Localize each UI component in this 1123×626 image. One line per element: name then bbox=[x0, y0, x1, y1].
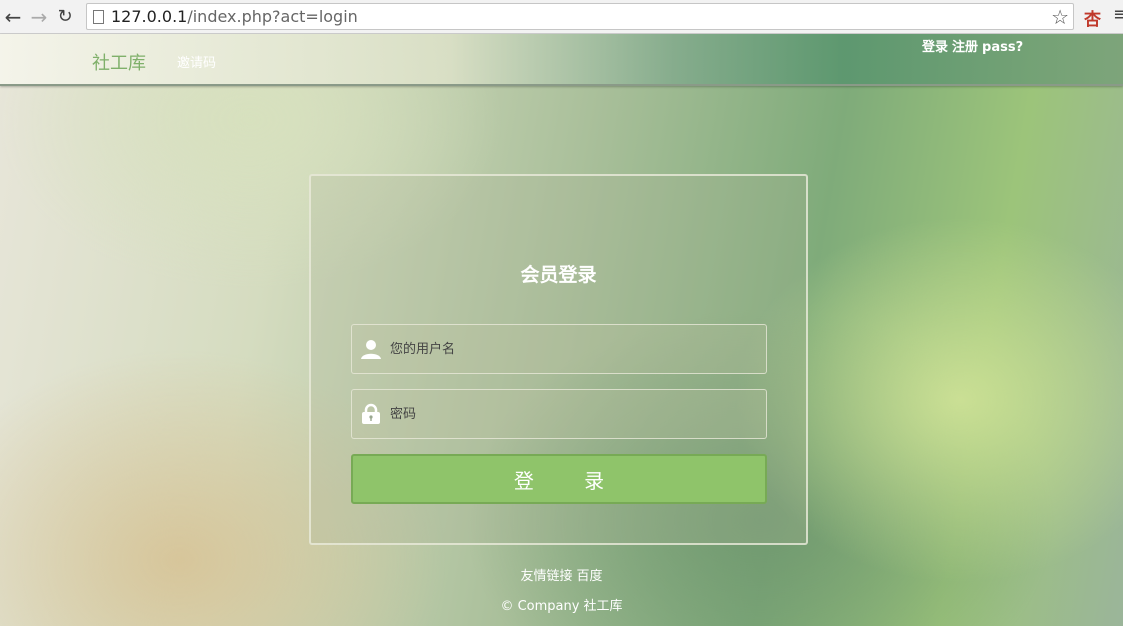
login-link[interactable]: 登录 bbox=[922, 40, 948, 55]
login-panel: 会员登录 登 录 bbox=[309, 174, 808, 545]
brand-link[interactable]: 社工库 bbox=[92, 49, 146, 75]
reload-icon[interactable]: ↻ bbox=[52, 2, 78, 32]
baidu-link[interactable]: 百度 bbox=[577, 569, 603, 584]
back-icon[interactable]: ← bbox=[0, 2, 26, 32]
friend-links-label: 友情链接 bbox=[520, 569, 573, 584]
top-links: 登录 注册 pass? bbox=[922, 36, 1027, 55]
password-field[interactable] bbox=[351, 389, 767, 439]
invite-code-link[interactable]: 邀请码 bbox=[177, 52, 216, 71]
lock-icon bbox=[352, 390, 390, 438]
browser-toolbar: ← → ↻ 127.0.0.1/index.php?act=login ☆ 杏 … bbox=[0, 0, 1123, 34]
star-icon[interactable]: ☆ bbox=[1051, 5, 1069, 29]
password-input[interactable] bbox=[390, 399, 750, 429]
username-input[interactable] bbox=[390, 334, 750, 364]
forward-icon[interactable]: → bbox=[26, 2, 52, 32]
login-button[interactable]: 登 录 bbox=[351, 454, 767, 504]
url-path: /index.php?act=login bbox=[187, 7, 358, 26]
address-bar[interactable]: 127.0.0.1/index.php?act=login ☆ bbox=[86, 3, 1074, 30]
hamburger-menu-icon[interactable]: ≡ bbox=[1113, 4, 1123, 25]
register-link[interactable]: 注册 bbox=[952, 40, 978, 55]
url-text: 127.0.0.1/index.php?act=login bbox=[111, 7, 358, 26]
user-icon bbox=[352, 325, 390, 373]
copyright: © Company 社工库 bbox=[500, 599, 623, 614]
page-icon bbox=[93, 9, 104, 24]
username-field[interactable] bbox=[351, 324, 767, 374]
login-title: 会员登录 bbox=[520, 264, 597, 286]
site-navbar: 社工库 邀请码 登录 注册 pass? bbox=[0, 34, 1123, 86]
extension-icon[interactable]: 杏 bbox=[1084, 5, 1101, 30]
footer-links: 友情链接 百度 bbox=[0, 565, 1123, 584]
pass-link[interactable]: pass? bbox=[982, 40, 1023, 55]
url-host: 127.0.0.1 bbox=[111, 7, 188, 26]
